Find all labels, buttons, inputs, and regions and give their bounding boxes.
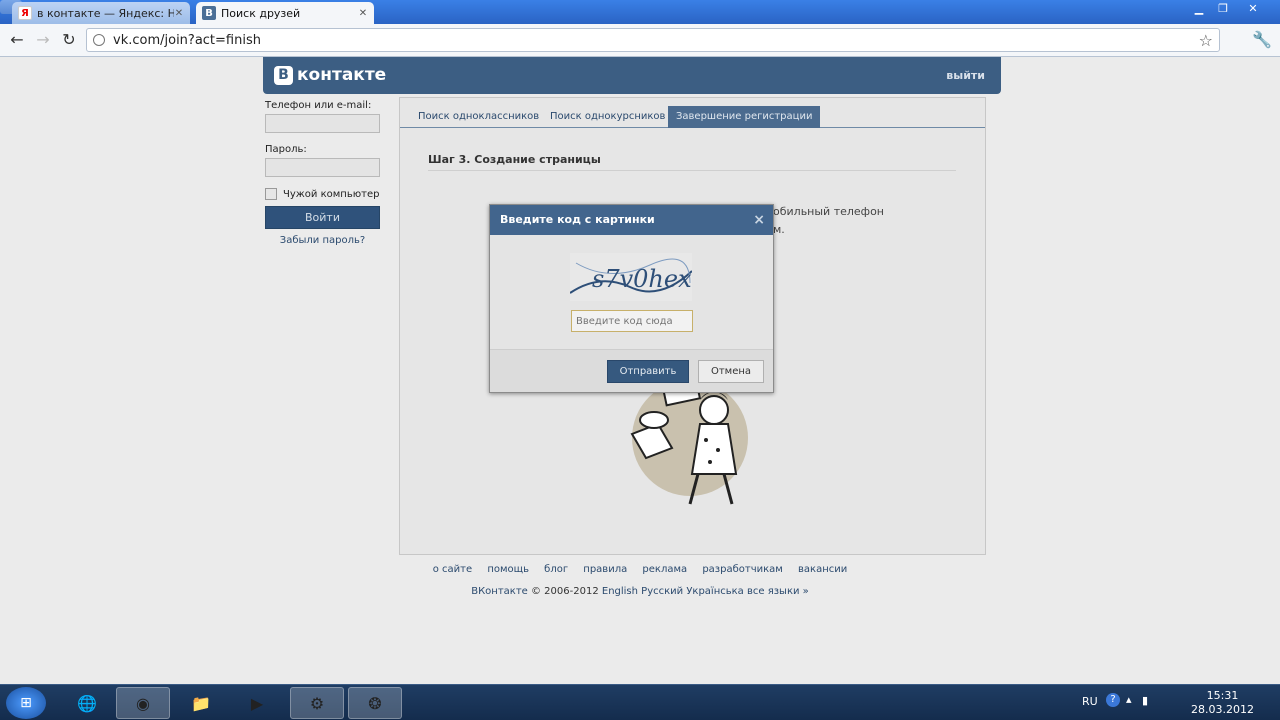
footer-link[interactable]: помощь: [487, 564, 529, 575]
footer-link[interactable]: реклама: [642, 564, 687, 575]
checkbox-icon[interactable]: [265, 188, 277, 200]
phone-label: Телефон или e-mail:: [265, 100, 372, 111]
restore-icon[interactable]: ❐: [1210, 1, 1236, 17]
address-text: vk.com/join?act=finish: [113, 32, 261, 48]
send-button[interactable]: Отправить: [607, 360, 689, 383]
phone-email-input[interactable]: [265, 114, 380, 133]
chrome-icon[interactable]: ◉: [116, 687, 170, 719]
tab-classmates[interactable]: Поиск одноклассников: [410, 106, 547, 128]
footer-brand-link[interactable]: ВКонтакте: [471, 586, 528, 597]
vk-logo-text: контакте: [297, 65, 387, 85]
app-icon[interactable]: ⚙: [290, 687, 344, 719]
footer-link[interactable]: разработчикам: [702, 564, 783, 575]
forward-arrow-icon[interactable]: →: [32, 30, 54, 50]
dialog-header: Введите код с картинки ×: [490, 205, 773, 235]
dialog-title: Введите код с картинки: [500, 213, 655, 226]
footer-years: © 2006-2012: [531, 586, 599, 597]
system-tray: RU ? ▴ ▮ 15:31 28.03.2012: [1080, 685, 1280, 720]
footer-link[interactable]: правила: [583, 564, 627, 575]
start-button[interactable]: ⊞: [6, 687, 46, 719]
close-icon[interactable]: ✕: [358, 8, 368, 19]
captcha-code-input[interactable]: [571, 310, 693, 332]
vk-favicon-icon: B: [202, 6, 216, 20]
tab-find-friends[interactable]: B Поиск друзей ✕: [196, 2, 374, 24]
hint-text-line1: обильный телефон: [773, 205, 884, 218]
vk-logo[interactable]: B контакте: [274, 65, 386, 85]
tab-finish-registration[interactable]: Завершение регистрации: [668, 106, 821, 128]
password-input[interactable]: [265, 158, 380, 177]
windows-taskbar: ⊞ 🌐 ◉ 📁 ▶ ⚙ ❂ RU ? ▴ ▮ 15:31 28.03.2012: [0, 684, 1280, 720]
password-label: Пароль:: [265, 144, 307, 155]
tab-coursemates[interactable]: Поиск однокурсников: [542, 106, 673, 128]
browser-titlebar: Я в контакте — Яндекс: Наш ✕ B Поиск дру…: [0, 0, 1280, 24]
footer-languages[interactable]: English Русский Українська все языки »: [602, 586, 809, 597]
help-icon[interactable]: ?: [1106, 693, 1120, 707]
tab-title: в контакте — Яндекс: Наш: [37, 6, 174, 20]
foreign-computer-label: Чужой компьютер: [283, 188, 380, 200]
footer-copyright: ВКонтакте © 2006-2012 English Русский Ук…: [0, 586, 1280, 597]
close-icon[interactable]: ✕: [174, 8, 184, 19]
bookmark-star-icon[interactable]: ☆: [1199, 31, 1213, 50]
footer-links: о сайте помощь блог правила реклама разр…: [0, 564, 1280, 575]
reload-icon[interactable]: ↻: [58, 30, 80, 50]
media-player-icon[interactable]: ▶: [230, 687, 284, 719]
vk-header: B контакте выйти: [263, 57, 1001, 94]
forgot-password-link[interactable]: Забыли пароль?: [265, 235, 380, 246]
footer-link[interactable]: блог: [544, 564, 568, 575]
address-bar[interactable]: vk.com/join?act=finish ☆: [86, 28, 1220, 52]
captcha-image: s7v0hex: [570, 253, 692, 301]
network-icon[interactable]: ▮: [1142, 694, 1148, 707]
language-indicator[interactable]: RU: [1082, 695, 1098, 708]
yandex-favicon-icon: Я: [18, 6, 32, 20]
logout-link[interactable]: выйти: [946, 69, 985, 82]
clock[interactable]: 15:31 28.03.2012: [1191, 689, 1254, 717]
internet-explorer-icon[interactable]: 🌐: [60, 687, 114, 719]
globe-icon: [93, 34, 105, 46]
foreign-computer-checkbox[interactable]: Чужой компьютер: [265, 188, 385, 200]
clock-time: 15:31: [1206, 689, 1239, 702]
tab-title: Поиск друзей: [221, 6, 301, 20]
divider: [428, 170, 956, 171]
close-icon[interactable]: ×: [753, 205, 765, 235]
cancel-button[interactable]: Отмена: [698, 360, 764, 383]
tray-arrow-icon[interactable]: ▴: [1126, 693, 1132, 706]
dialog-footer: Отправить Отмена: [490, 349, 773, 392]
window-close-icon[interactable]: ✕: [1240, 1, 1266, 17]
minimize-icon[interactable]: ▁: [1186, 1, 1212, 17]
wrench-icon[interactable]: 🔧: [1252, 30, 1272, 49]
browser-toolbar: ← → ↻ vk.com/join?act=finish ☆ 🔧: [0, 24, 1280, 57]
login-panel: Телефон или e-mail: Пароль: Чужой компью…: [265, 100, 385, 246]
tab-yandex[interactable]: Я в контакте — Яндекс: Наш ✕: [12, 2, 190, 24]
footer-link[interactable]: вакансии: [798, 564, 847, 575]
captcha-text: s7v0hex: [592, 265, 692, 293]
app-icon-2[interactable]: ❂: [348, 687, 402, 719]
vk-mascot-illustration: [630, 378, 748, 505]
login-button[interactable]: Войти: [265, 206, 380, 229]
captcha-dialog: Введите код с картинки × s7v0hex Отправи…: [489, 204, 774, 393]
hint-text-line2: м.: [773, 223, 785, 236]
vk-logo-icon: B: [274, 65, 293, 85]
clock-date: 28.03.2012: [1191, 703, 1254, 716]
footer-link[interactable]: о сайте: [433, 564, 472, 575]
back-arrow-icon[interactable]: ←: [6, 30, 28, 50]
step-title: Шаг 3. Создание страницы: [428, 153, 601, 166]
registration-tabs: Поиск одноклассников Поиск однокурсников…: [400, 98, 985, 128]
folder-icon[interactable]: 📁: [174, 687, 228, 719]
